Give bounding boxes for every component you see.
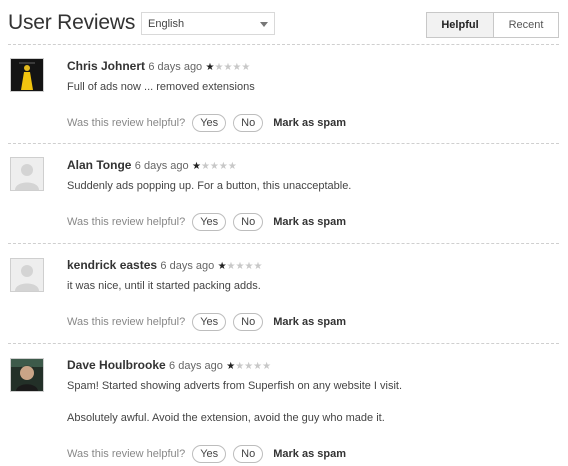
avatar [10, 58, 44, 92]
mark-spam-link[interactable]: Mark as spam [273, 216, 346, 228]
review-author[interactable]: Dave Houlbrooke [67, 358, 166, 372]
sort-helpful-button[interactable]: Helpful [427, 13, 494, 37]
review-time: 6 days ago [134, 160, 189, 172]
review-text: Suddenly ads popping up. For a button, t… [67, 180, 352, 192]
mark-spam-link[interactable]: Mark as spam [273, 316, 346, 328]
star-rating: ★★★★★ [217, 261, 263, 272]
review-author-line: Chris Johnert 6 days ago ★★★★★ [67, 59, 250, 73]
star-rating: ★★★★★ [205, 62, 251, 73]
helpful-row: Was this review helpful? Yes No Mark as … [67, 114, 346, 132]
chevron-down-icon [260, 22, 268, 27]
review-author[interactable]: kendrick eastes [67, 258, 157, 272]
avatar-image [11, 59, 43, 91]
star-rating: ★★★★★ [191, 161, 237, 172]
yes-button[interactable]: Yes [192, 114, 227, 132]
page-title: User Reviews [8, 11, 136, 34]
review-text-continued: Absolutely awful. Avoid the extension, a… [67, 412, 385, 424]
yes-button[interactable]: Yes [192, 445, 227, 463]
review-item: Chris Johnert 6 days ago ★★★★★ Full of a… [0, 44, 559, 142]
review-time: 6 days ago [160, 260, 215, 272]
sort-toggle: Helpful Recent [426, 12, 559, 38]
avatar [10, 157, 44, 191]
helpful-row: Was this review helpful? Yes No Mark as … [67, 213, 346, 231]
helpful-prompt: Was this review helpful? [67, 216, 186, 228]
review-author-line: kendrick eastes 6 days ago ★★★★★ [67, 258, 262, 272]
yes-button[interactable]: Yes [192, 313, 227, 331]
review-item: kendrick eastes 6 days ago ★★★★★ it was … [0, 243, 559, 343]
helpful-row: Was this review helpful? Yes No Mark as … [67, 313, 346, 331]
user-placeholder-icon [11, 259, 43, 291]
language-select[interactable]: English [141, 12, 275, 35]
review-author[interactable]: Alan Tonge [67, 158, 131, 172]
no-button[interactable]: No [233, 445, 264, 463]
review-time: 6 days ago [148, 61, 203, 73]
language-select-value: English [148, 18, 185, 30]
mark-spam-link[interactable]: Mark as spam [273, 117, 346, 129]
helpful-prompt: Was this review helpful? [67, 316, 186, 328]
star-rating: ★★★★★ [226, 361, 272, 372]
review-item: Dave Houlbrooke 6 days ago ★★★★★ Spam! S… [0, 343, 559, 466]
helpful-prompt: Was this review helpful? [67, 448, 186, 460]
helpful-prompt: Was this review helpful? [67, 117, 186, 129]
review-author-line: Dave Houlbrooke 6 days ago ★★★★★ [67, 358, 271, 372]
avatar [10, 358, 44, 392]
avatar-image [11, 359, 43, 391]
review-item: Alan Tonge 6 days ago ★★★★★ Suddenly ads… [0, 143, 559, 243]
mark-spam-link[interactable]: Mark as spam [273, 448, 346, 460]
no-button[interactable]: No [233, 213, 264, 231]
review-text: it was nice, until it started packing ad… [67, 280, 261, 292]
review-time: 6 days ago [169, 360, 223, 372]
user-placeholder-icon [11, 158, 43, 190]
avatar [10, 258, 44, 292]
yes-button[interactable]: Yes [192, 213, 227, 231]
reviews-header: User Reviews English Helpful Recent [0, 0, 568, 44]
sort-recent-button[interactable]: Recent [494, 13, 558, 37]
no-button[interactable]: No [233, 313, 264, 331]
no-button[interactable]: No [233, 114, 264, 132]
review-text: Full of ads now ... removed extensions [67, 81, 255, 93]
review-text: Spam! Started showing adverts from Super… [67, 380, 403, 392]
helpful-row: Was this review helpful? Yes No Mark as … [67, 445, 346, 463]
review-author[interactable]: Chris Johnert [67, 59, 145, 73]
review-author-line: Alan Tonge 6 days ago ★★★★★ [67, 158, 237, 172]
